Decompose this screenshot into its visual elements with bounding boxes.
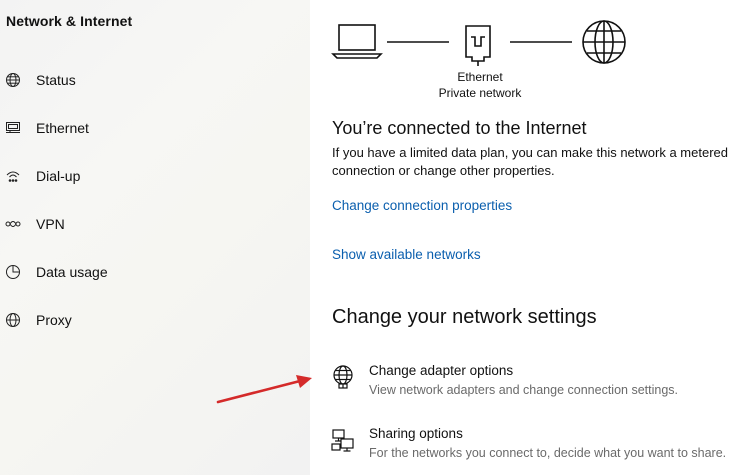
option-description: View network adapters and change connect…	[369, 383, 678, 397]
dialup-icon	[5, 168, 21, 184]
connection-status-text: If you have a limited data plan, you can…	[332, 145, 728, 178]
sidebar-item-vpn[interactable]: VPN	[0, 204, 310, 244]
network-profile-label: Private network	[438, 86, 522, 100]
sidebar-item-data-usage[interactable]: Data usage	[0, 252, 310, 292]
settings-window: Network & Internet Status Ethernet Dial-…	[0, 0, 742, 475]
sidebar-item-label: Proxy	[36, 312, 72, 328]
option-title: Sharing options	[369, 426, 463, 441]
option-description: For the networks you connect to, decide …	[369, 446, 727, 460]
sharing-options[interactable]: Sharing options For the networks you con…	[330, 426, 742, 468]
change-connection-properties-link[interactable]: Change connection properties	[332, 198, 512, 213]
internet-globe-icon	[582, 20, 626, 64]
adapter-globe-icon	[333, 365, 353, 389]
globe-icon	[5, 312, 21, 328]
connection-status-heading: You’re connected to the Internet	[332, 118, 587, 138]
laptop-icon	[331, 24, 383, 59]
sidebar-item-dialup[interactable]: Dial-up	[0, 156, 310, 196]
sidebar-item-ethernet[interactable]: Ethernet	[0, 108, 310, 148]
sidebar-item-label: Status	[36, 72, 76, 88]
show-available-networks-link[interactable]: Show available networks	[332, 247, 481, 262]
sidebar-item-label: Data usage	[36, 264, 108, 280]
sidebar-item-proxy[interactable]: Proxy	[0, 300, 310, 340]
ethernet-icon	[5, 120, 21, 136]
annotation-arrow	[216, 375, 312, 404]
main-panel: Ethernet Private network You’re connecte…	[310, 0, 742, 475]
sidebar-item-label: Dial-up	[36, 168, 81, 184]
sidebar-item-label: VPN	[36, 216, 65, 232]
data-usage-icon	[5, 264, 21, 280]
sidebar-title: Network & Internet	[6, 13, 133, 29]
network-settings-heading: Change your network settings	[332, 306, 597, 328]
vpn-icon	[5, 216, 21, 232]
sidebar-item-label: Ethernet	[36, 120, 89, 136]
diagram-caption: Ethernet Private network	[430, 69, 530, 101]
sidebar-item-status[interactable]: Status	[0, 60, 310, 100]
change-adapter-options[interactable]: Change adapter options View network adap…	[330, 363, 742, 405]
sharing-icon	[331, 429, 354, 452]
connection-type-label: Ethernet	[457, 70, 503, 84]
option-title: Change adapter options	[369, 363, 514, 378]
ethernet-port-icon	[465, 25, 491, 66]
globe-icon	[5, 72, 21, 88]
